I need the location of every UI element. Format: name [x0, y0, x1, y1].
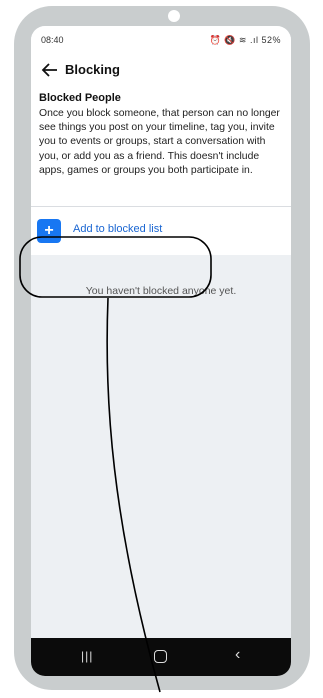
status-icons: ⏰ 🔇 ≋ .ıl 52% [210, 35, 281, 46]
empty-state-text: You haven't blocked anyone yet. [85, 285, 237, 297]
add-to-blocked-list-button[interactable]: + Add to blocked list [31, 206, 291, 255]
battery-level: 52% [261, 35, 281, 45]
section-description: Once you block someone, that person can … [39, 108, 280, 176]
arrow-left-icon[interactable] [39, 60, 61, 80]
status-bar: 08:40 ⏰ 🔇 ≋ .ıl 52% [31, 26, 291, 54]
page-title: Blocking [65, 62, 120, 77]
back-button[interactable]: ‹ [235, 646, 240, 664]
add-to-blocked-list-label[interactable]: Add to blocked list [73, 223, 162, 235]
camera-cutout [168, 10, 180, 22]
app-header: Blocking [31, 54, 291, 86]
system-nav-bar: ||| ‹ [31, 638, 291, 676]
section-title: Blocked People [39, 92, 121, 104]
status-time: 08:40 [41, 35, 64, 45]
recent-apps-button[interactable]: ||| [81, 649, 93, 663]
alarm-mute-wifi-signal-icons: ⏰ 🔇 ≋ .ıl [209, 35, 262, 45]
plus-icon[interactable]: + [37, 219, 61, 243]
phone-screen: 08:40 ⏰ 🔇 ≋ .ıl 52% Blocking Blocked Peo… [31, 26, 291, 676]
home-icon[interactable] [154, 650, 167, 663]
